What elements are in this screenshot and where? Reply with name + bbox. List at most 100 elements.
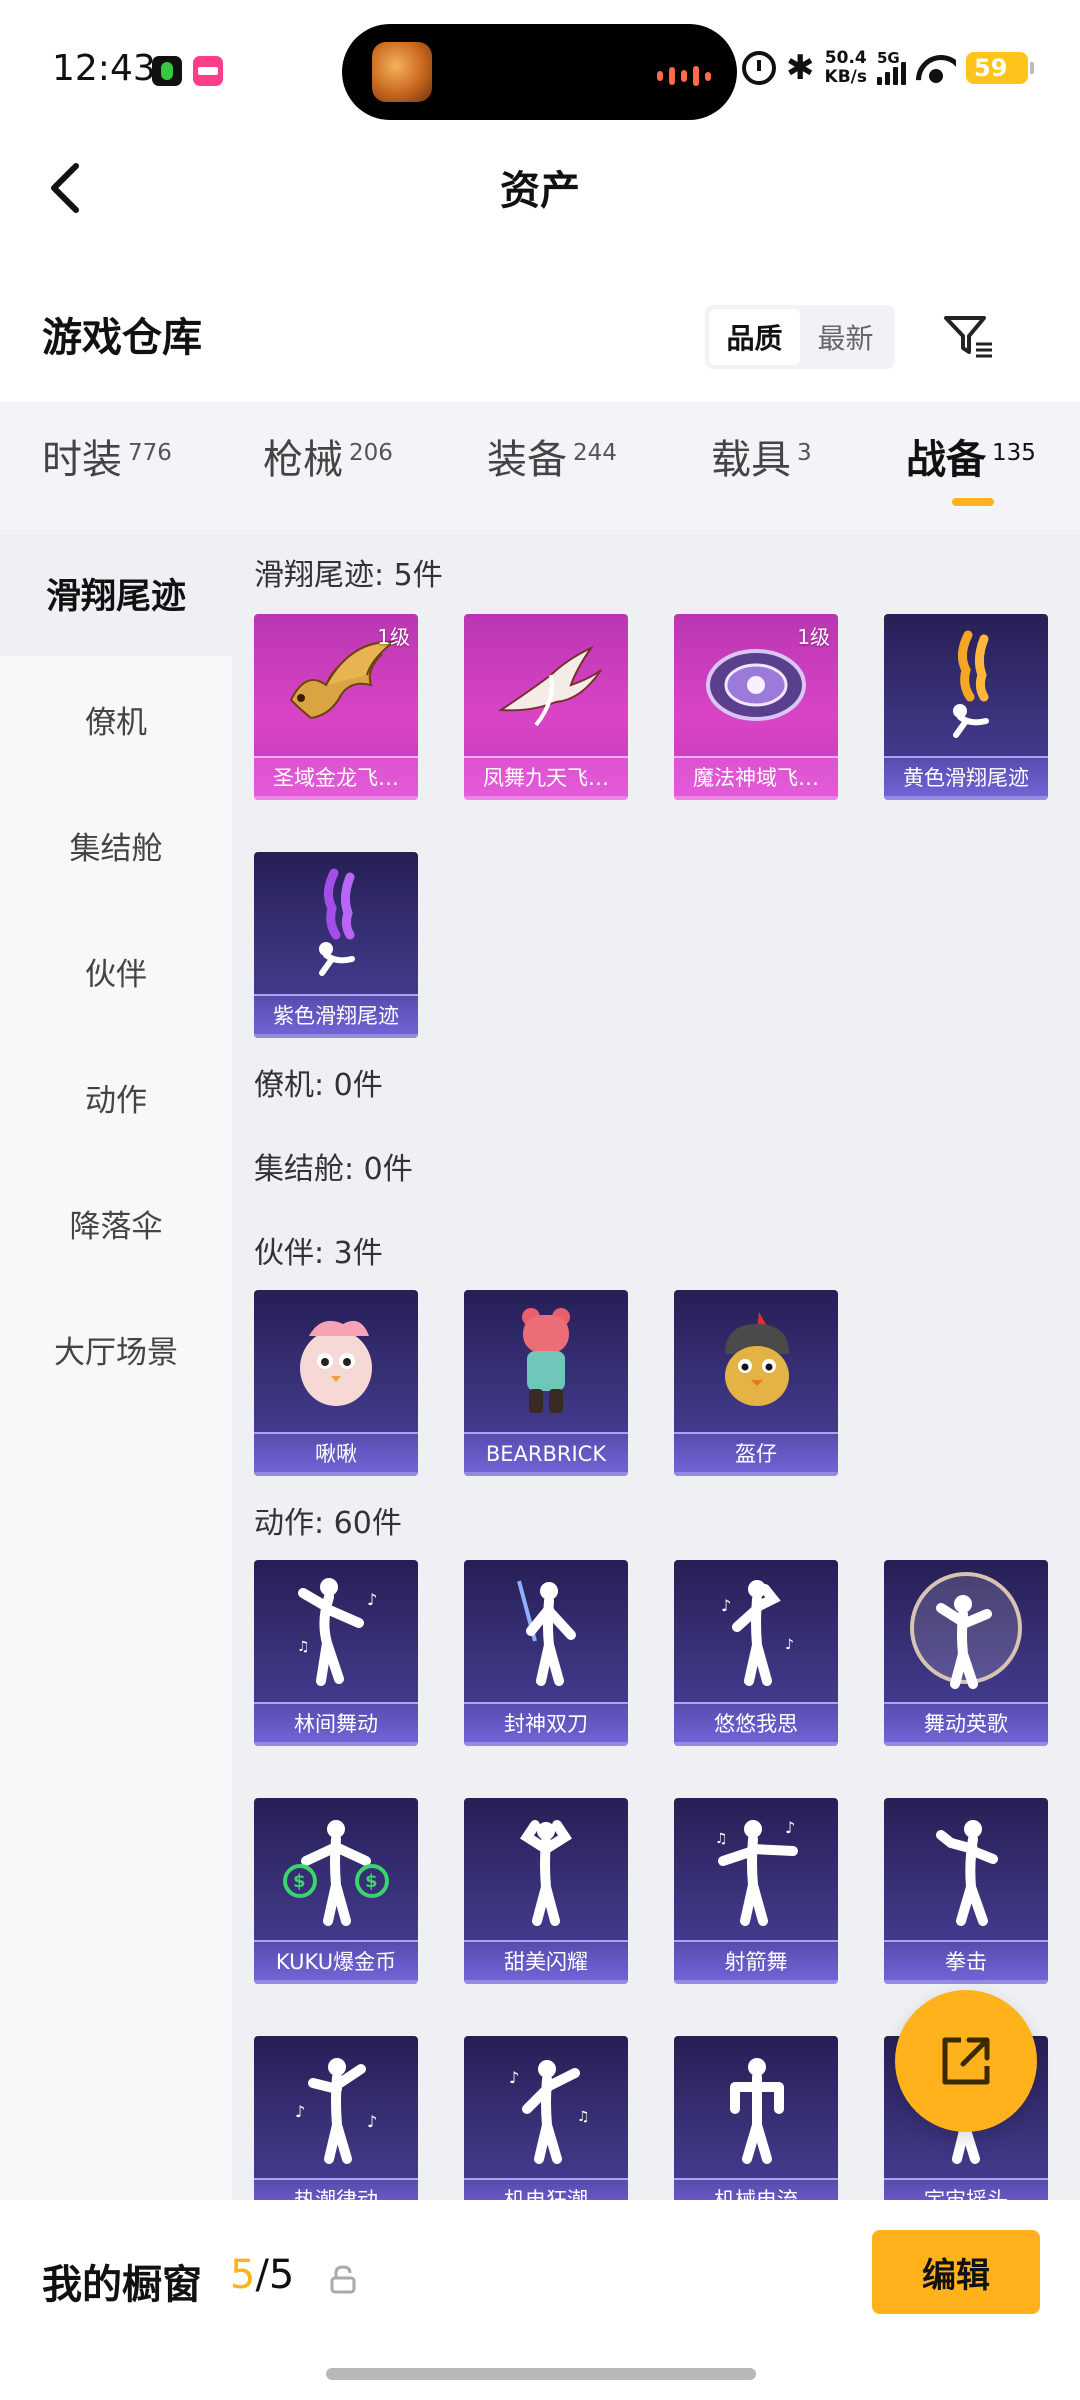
tab-label: 载具: [711, 437, 791, 483]
svg-text:$: $: [293, 1871, 306, 1892]
item-card[interactable]: 拳击: [884, 1798, 1048, 1984]
item-card[interactable]: 紫色滑翔尾迹: [254, 852, 418, 1038]
tab-fashion[interactable]: 时装 776: [42, 432, 172, 502]
item-name: 圣域金龙飞…: [254, 756, 418, 800]
tab-count: 776: [128, 440, 172, 466]
item-name: 热潮律动: [254, 2178, 418, 2200]
status-indicators: ✱ 50.4 KB/s 5G 59: [742, 46, 1034, 90]
battery-icon: 59: [966, 52, 1034, 84]
inventory-content: 滑翔尾迹: 5件 1级 圣域金龙飞… 凤舞九天飞… 1级 魔法神域飞… 黄色滑翔…: [232, 530, 1080, 2200]
app-header: 资产: [0, 130, 1080, 240]
item-name: 舞动英歌: [884, 1702, 1048, 1746]
item-card[interactable]: $ $ KUKU爆金币: [254, 1798, 418, 1984]
tab-vehicles[interactable]: 载具 3: [711, 432, 812, 502]
archer-pose-icon: ♪ ♫: [674, 1798, 838, 1940]
item-card[interactable]: ♪ ♪ 悠悠我思: [674, 1560, 838, 1746]
item-level: 1级: [797, 625, 830, 649]
sidebar-item-glide-trail[interactable]: 滑翔尾迹: [0, 530, 232, 656]
svg-text:♪: ♪: [785, 1637, 794, 1653]
item-name: 机电狂潮: [464, 2178, 628, 2200]
sidebar-item-wingman[interactable]: 僚机: [0, 656, 232, 782]
item-card[interactable]: 黄色滑翔尾迹: [884, 614, 1048, 800]
dynamic-island[interactable]: [342, 24, 737, 120]
svg-text:♪: ♪: [785, 1818, 795, 1837]
item-name: 甜美闪耀: [464, 1940, 628, 1984]
audio-wave-icon: [657, 66, 711, 86]
item-card[interactable]: 凤舞九天飞…: [464, 614, 628, 800]
tab-firearms[interactable]: 枪械 206: [263, 432, 393, 502]
notification-app-icon: [152, 56, 182, 86]
item-name: 黄色滑翔尾迹: [884, 756, 1048, 800]
item-card[interactable]: 盔仔: [674, 1290, 838, 1476]
svg-text:♪: ♪: [509, 2068, 519, 2087]
item-name: 悠悠我思: [674, 1702, 838, 1746]
group-title-wingman: 僚机: 0件: [254, 1068, 383, 1103]
showcase-count: 5/5: [230, 2252, 294, 2298]
item-card[interactable]: 舞动英歌: [884, 1560, 1048, 1746]
group-title-capsule: 集结舱: 0件: [254, 1152, 413, 1187]
sidebar-item-capsule[interactable]: 集结舱: [0, 782, 232, 908]
share-icon: [942, 2037, 990, 2085]
svg-text:♪: ♪: [295, 2102, 305, 2121]
item-name: 射箭舞: [674, 1940, 838, 1984]
tab-equipment[interactable]: 装备 244: [487, 432, 617, 502]
net-speed: 50.4 KB/s: [825, 49, 867, 87]
showcase-current: 5: [230, 2252, 256, 2298]
svg-text:♪: ♪: [721, 1596, 731, 1615]
tab-label: 战备: [906, 437, 986, 483]
bear-figure-icon: [464, 1290, 628, 1432]
page-title: 资产: [500, 168, 580, 214]
yellow-smoke-icon: [884, 614, 1048, 756]
tab-battle-prep[interactable]: 战备 135: [906, 432, 1036, 502]
home-indicator[interactable]: [326, 2368, 756, 2380]
money-bag-pose-icon: $ $: [254, 1798, 418, 1940]
chick-pet-icon: [254, 1290, 418, 1432]
subcategory-sidebar: 滑翔尾迹 僚机 集结舱 伙伴 动作 降落伞 大厅场景: [0, 530, 232, 2200]
sidebar-item-parachute[interactable]: 降落伞: [0, 1160, 232, 1286]
item-name: 盔仔: [674, 1432, 838, 1476]
sort-by-newest-button[interactable]: 最新: [800, 309, 891, 365]
filter-icon[interactable]: [940, 308, 996, 364]
shine-pose-icon: [464, 1798, 628, 1940]
svg-text:♫: ♫: [715, 1831, 728, 1847]
sidebar-item-emote[interactable]: 动作: [0, 1034, 232, 1160]
net-speed-unit: KB/s: [824, 67, 867, 87]
item-card[interactable]: 机械电流: [674, 2036, 838, 2200]
item-name: 魔法神域飞…: [674, 756, 838, 800]
tab-label: 装备: [487, 437, 567, 483]
item-card[interactable]: 1级 魔法神域飞…: [674, 614, 838, 800]
robot-pose-icon: [674, 2036, 838, 2178]
item-card[interactable]: 1级 圣域金龙飞…: [254, 614, 418, 800]
edit-button[interactable]: 编辑: [872, 2230, 1040, 2314]
item-card[interactable]: ♪ ♫ 林间舞动: [254, 1560, 418, 1746]
warehouse-title: 游戏仓库: [42, 315, 202, 361]
item-card[interactable]: ♪ ♫ 机电狂潮: [464, 2036, 628, 2200]
network-type: 5G: [877, 49, 900, 67]
svg-text:$: $: [365, 1871, 378, 1892]
group-title-glide: 滑翔尾迹: 5件: [254, 558, 443, 593]
showcase-label: 我的橱窗: [42, 2262, 202, 2308]
item-card[interactable]: ♪ ♪ 热潮律动: [254, 2036, 418, 2200]
sort-by-quality-button[interactable]: 品质: [709, 309, 800, 365]
group-title-partner: 伙伴: 3件: [254, 1236, 383, 1271]
tab-count: 3: [797, 440, 812, 466]
item-card[interactable]: 啾啾: [254, 1290, 418, 1476]
helmet-chick-icon: [674, 1290, 838, 1432]
tab-label: 枪械: [263, 437, 343, 483]
item-card[interactable]: 封神双刀: [464, 1560, 628, 1746]
sidebar-item-lobby-scene[interactable]: 大厅场景: [0, 1286, 232, 1412]
item-card[interactable]: 甜美闪耀: [464, 1798, 628, 1984]
item-card[interactable]: BEARBRICK: [464, 1290, 628, 1476]
item-name: KUKU爆金币: [254, 1940, 418, 1984]
wifi-icon: [916, 53, 956, 83]
status-bar: 12:43 ✱ 50.4 KB/s 5G 59: [0, 0, 1080, 130]
svg-text:♪: ♪: [367, 1590, 377, 1609]
tab-count: 135: [992, 440, 1036, 466]
item-name: 宇宙摇头: [884, 2178, 1048, 2200]
purple-smoke-icon: [254, 852, 418, 994]
sidebar-item-partner[interactable]: 伙伴: [0, 908, 232, 1034]
battery-level: 59: [974, 54, 1008, 82]
item-name: 啾啾: [254, 1432, 418, 1476]
item-card[interactable]: ♪ ♫ 射箭舞: [674, 1798, 838, 1984]
share-button[interactable]: [895, 1990, 1037, 2132]
